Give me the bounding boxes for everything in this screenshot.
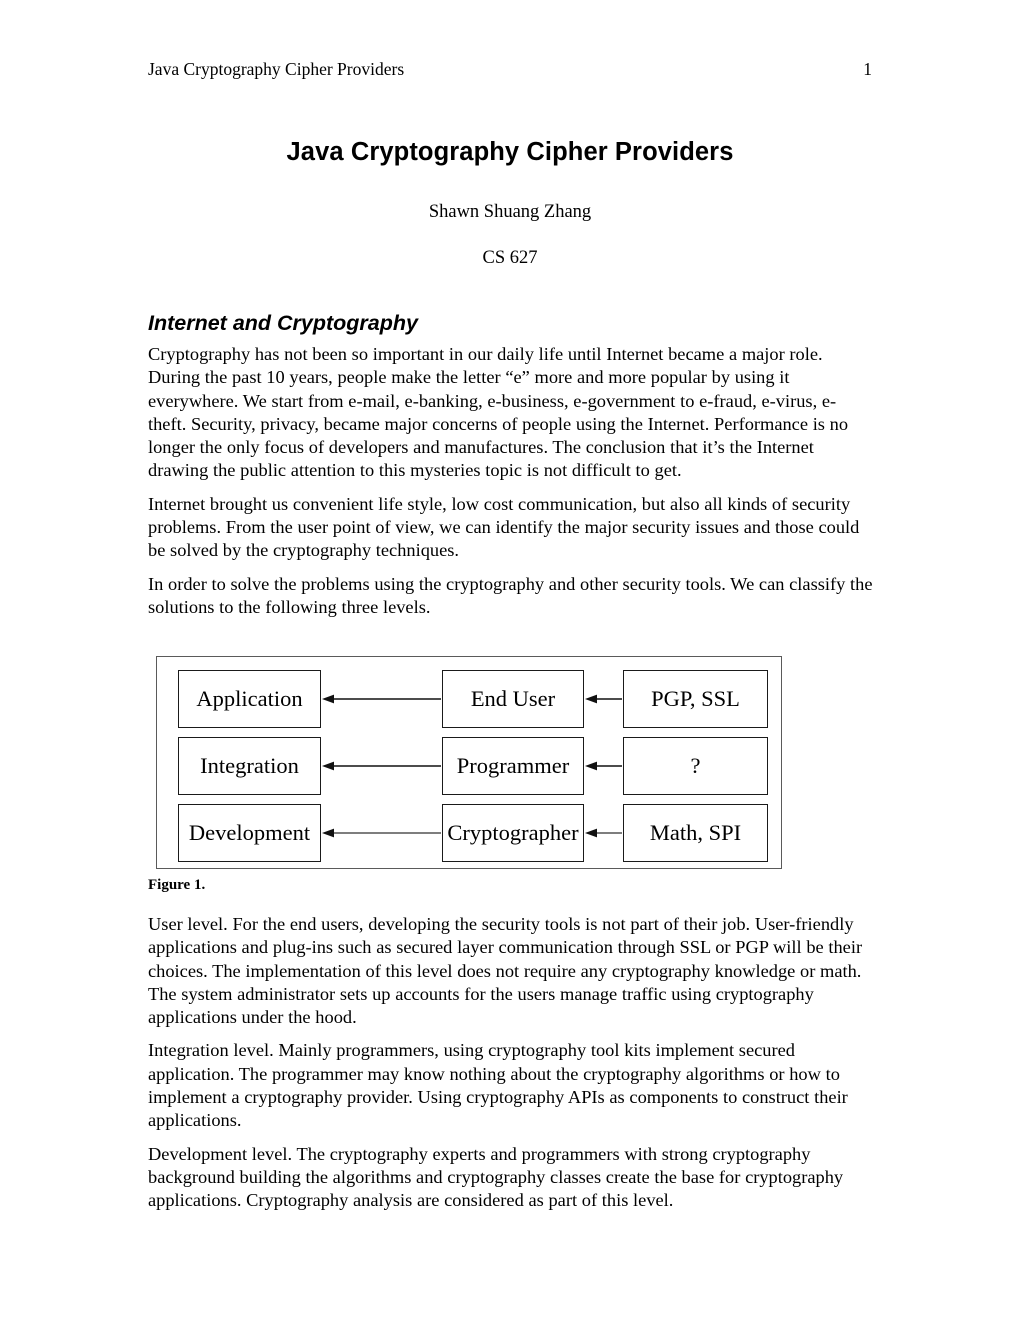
paragraph: In order to solve the problems using the… bbox=[148, 573, 873, 617]
section-heading: Internet and Cryptography bbox=[148, 311, 418, 335]
paragraph: Cryptography has not been so important i… bbox=[148, 344, 849, 481]
document-course: CS 627 bbox=[482, 248, 538, 268]
figure-1: Application End User PGP, SSL Integratio… bbox=[156, 656, 782, 869]
page-number: 1 bbox=[863, 59, 872, 79]
running-header-title: Java Cryptography Cipher Providers bbox=[148, 59, 405, 79]
arrow-left-icon bbox=[322, 760, 442, 772]
paragraph: Integration level. Mainly programmers, u… bbox=[148, 1040, 848, 1131]
paragraph: User level. For the end users, developin… bbox=[148, 914, 863, 1028]
figure-caption: Figure 1. bbox=[148, 877, 206, 893]
arrow-left-icon bbox=[585, 693, 623, 705]
body-text-after-figure: User level. For the end users, developin… bbox=[148, 913, 874, 1223]
figure-box-actor-1: End User bbox=[442, 670, 584, 728]
document-title: Java Cryptography Cipher Providers bbox=[286, 138, 734, 166]
arrow-left-icon bbox=[322, 693, 442, 705]
figure-box-actor-3: Cryptographer bbox=[442, 804, 584, 862]
paragraph: Internet brought us convenient life styl… bbox=[148, 493, 860, 561]
figure-box-level-1: Application bbox=[178, 670, 321, 728]
figure-box-tools-1: PGP, SSL bbox=[623, 670, 768, 728]
document-author: Shawn Shuang Zhang bbox=[428, 202, 592, 222]
document-page: Java Cryptography Cipher Providers 1 Jav… bbox=[0, 0, 1020, 1320]
figure-box-tools-3: Math, SPI bbox=[623, 804, 768, 862]
figure-box-tools-2: ? bbox=[623, 737, 768, 795]
body-text-before-figure: Cryptography has not been so important i… bbox=[148, 343, 874, 629]
figure-box-level-2: Integration bbox=[178, 737, 321, 795]
arrow-left-icon bbox=[585, 827, 623, 839]
paragraph: Development level. The cryptography expe… bbox=[148, 1143, 844, 1211]
figure-box-level-3: Development bbox=[178, 804, 321, 862]
arrow-left-icon bbox=[322, 827, 442, 839]
running-header: Java Cryptography Cipher Providers 1 bbox=[148, 58, 872, 80]
figure-box-actor-2: Programmer bbox=[442, 737, 584, 795]
arrow-left-icon bbox=[585, 760, 623, 772]
